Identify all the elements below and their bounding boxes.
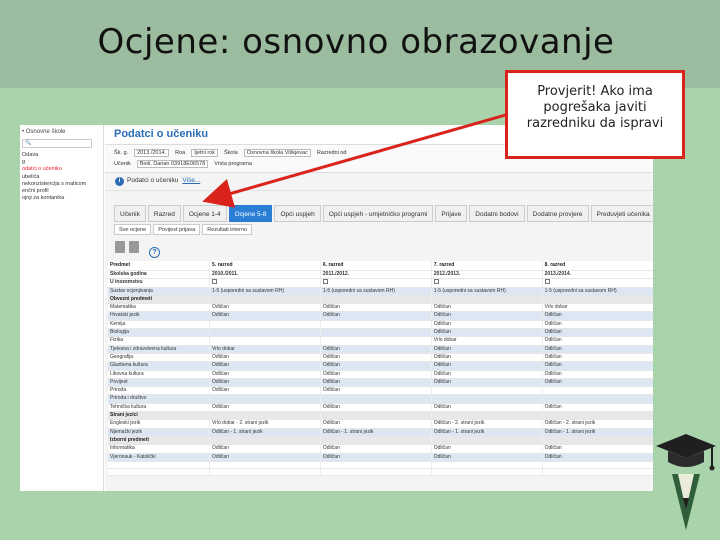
callout-line-2: pogrešaka javiti	[543, 100, 647, 115]
graduation-cap-pencil-icon	[656, 434, 716, 530]
callout-line-3: razredniku da ispravi	[526, 116, 664, 131]
callout-line-1: Provjerit! Ako ima	[537, 84, 653, 99]
callout-box: Provjerit! Ako ima pogrešaka javiti razr…	[505, 70, 685, 159]
